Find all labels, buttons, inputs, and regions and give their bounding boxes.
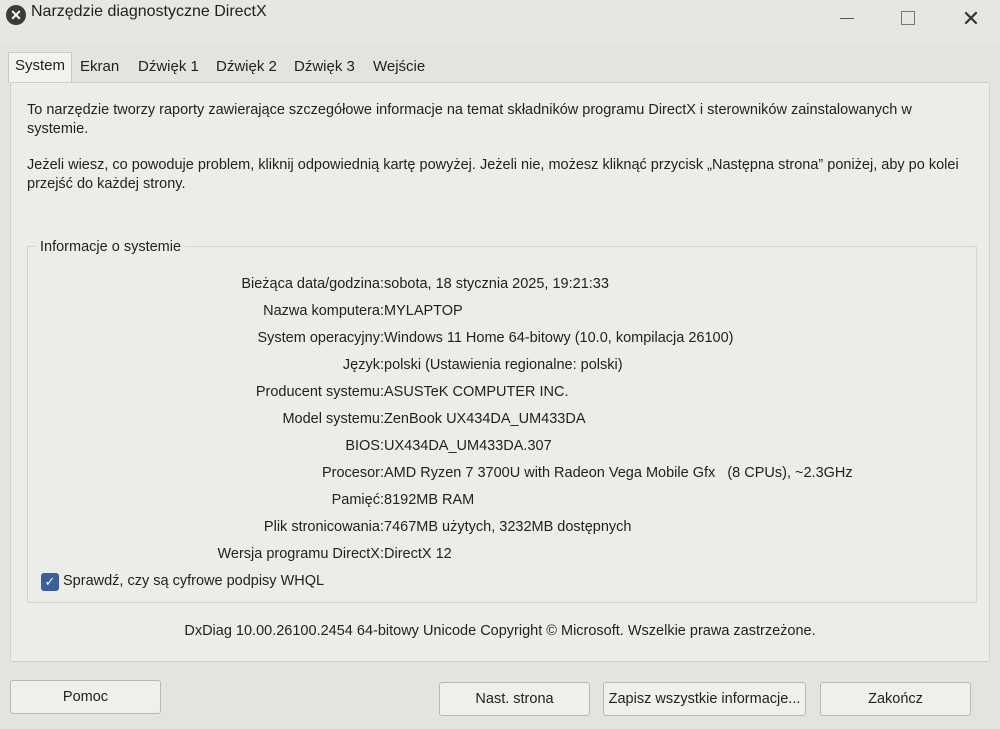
tab-ekran[interactable]: Ekran [74,54,125,80]
info-label: BIOS: [345,438,384,454]
info-label: Producent systemu: [255,384,384,400]
tab-dzwiek-3[interactable]: Dźwięk 3 [288,54,361,80]
minimize-button[interactable] [832,6,862,32]
info-row-memory: Pamięć: 8192MB RAM [28,492,976,516]
info-value: UX434DA_UM433DA.307 [384,438,552,454]
info-row-manufacturer: Producent systemu: ASUSTeK COMPUTER INC. [28,384,976,408]
info-row-datetime: Bieżąca data/godzina: sobota, 18 styczni… [28,276,976,300]
title-bar: ✕ Narzędzie diagnostyczne DirectX ✕ [0,0,1000,44]
info-label: Bieżąca data/godzina: [241,276,384,292]
info-row-pagefile: Plik stronicowania: 7467MB użytych, 3232… [28,519,976,543]
tab-wejscie[interactable]: Wejście [367,54,431,80]
group-title: Informacje o systemie [36,239,186,255]
info-row-os: System operacyjny: Windows 11 Home 64-bi… [28,330,976,354]
tab-dzwiek-2[interactable]: Dźwięk 2 [210,54,283,80]
info-row-model: Model systemu: ZenBook UX434DA_UM433DA [28,411,976,435]
intro-text-1: To narzędzie tworzy raporty zawierające … [27,102,912,137]
copyright-text: DxDiag 10.00.26100.2454 64-bitowy Unicod… [184,623,816,639]
whql-checkbox[interactable]: ✓ [41,573,59,591]
tab-dzwiek-1[interactable]: Dźwięk 1 [132,54,205,80]
intro-text-2: Jeżeli wiesz, co powoduje problem, klikn… [27,157,959,192]
info-row-directx-version: Wersja programu DirectX: DirectX 12 [28,546,976,570]
next-page-button[interactable]: Nast. strona [439,682,590,716]
info-value: sobota, 18 stycznia 2025, 19:21:33 [384,276,609,292]
exit-button[interactable]: Zakończ [820,682,971,716]
info-label: Język: [342,357,384,373]
info-value: AMD Ryzen 7 3700U with Radeon Vega Mobil… [384,465,853,481]
info-row-processor: Procesor: AMD Ryzen 7 3700U with Radeon … [28,465,976,489]
info-value: MYLAPTOP [384,303,463,319]
info-value: ZenBook UX434DA_UM433DA [384,411,586,427]
system-tab-panel: To narzędzie tworzy raporty zawierające … [10,82,990,662]
info-value: polski (Ustawienia regionalne: polski) [384,357,623,373]
help-button[interactable]: Pomoc [10,680,161,714]
info-label: Pamięć: [331,492,384,508]
info-value: 8192MB RAM [384,492,475,508]
info-row-bios: BIOS: UX434DA_UM433DA.307 [28,438,976,462]
info-value: 7467MB użytych, 3232MB dostępnych [384,519,632,535]
system-info-group: Informacje o systemie Bieżąca data/godzi… [27,239,977,603]
info-value: Windows 11 Home 64-bitowy (10.0, kompila… [384,330,734,346]
info-label: Procesor: [321,465,384,481]
whql-label[interactable]: Sprawdź, czy są cyfrowe podpisy WHQL [63,573,324,589]
maximize-button[interactable] [893,6,923,32]
info-row-computer-name: Nazwa komputera: MYLAPTOP [28,303,976,327]
save-all-info-button[interactable]: Zapisz wszystkie informacje... [603,682,806,716]
info-value: DirectX 12 [384,546,452,562]
info-label: Wersja programu DirectX: [217,546,384,562]
info-value: ASUSTeK COMPUTER INC. [384,384,569,400]
close-button[interactable]: ✕ [956,6,986,32]
window-title: Narzędzie diagnostyczne DirectX [31,3,267,20]
info-row-language: Język: polski (Ustawienia regionalne: po… [28,357,976,381]
info-label: Model systemu: [282,411,384,427]
info-label: System operacyjny: [257,330,384,346]
directx-icon: ✕ [6,5,26,25]
info-label: Plik stronicowania: [263,519,384,535]
info-label: Nazwa komputera: [263,303,384,319]
tab-system[interactable]: System [8,52,73,83]
